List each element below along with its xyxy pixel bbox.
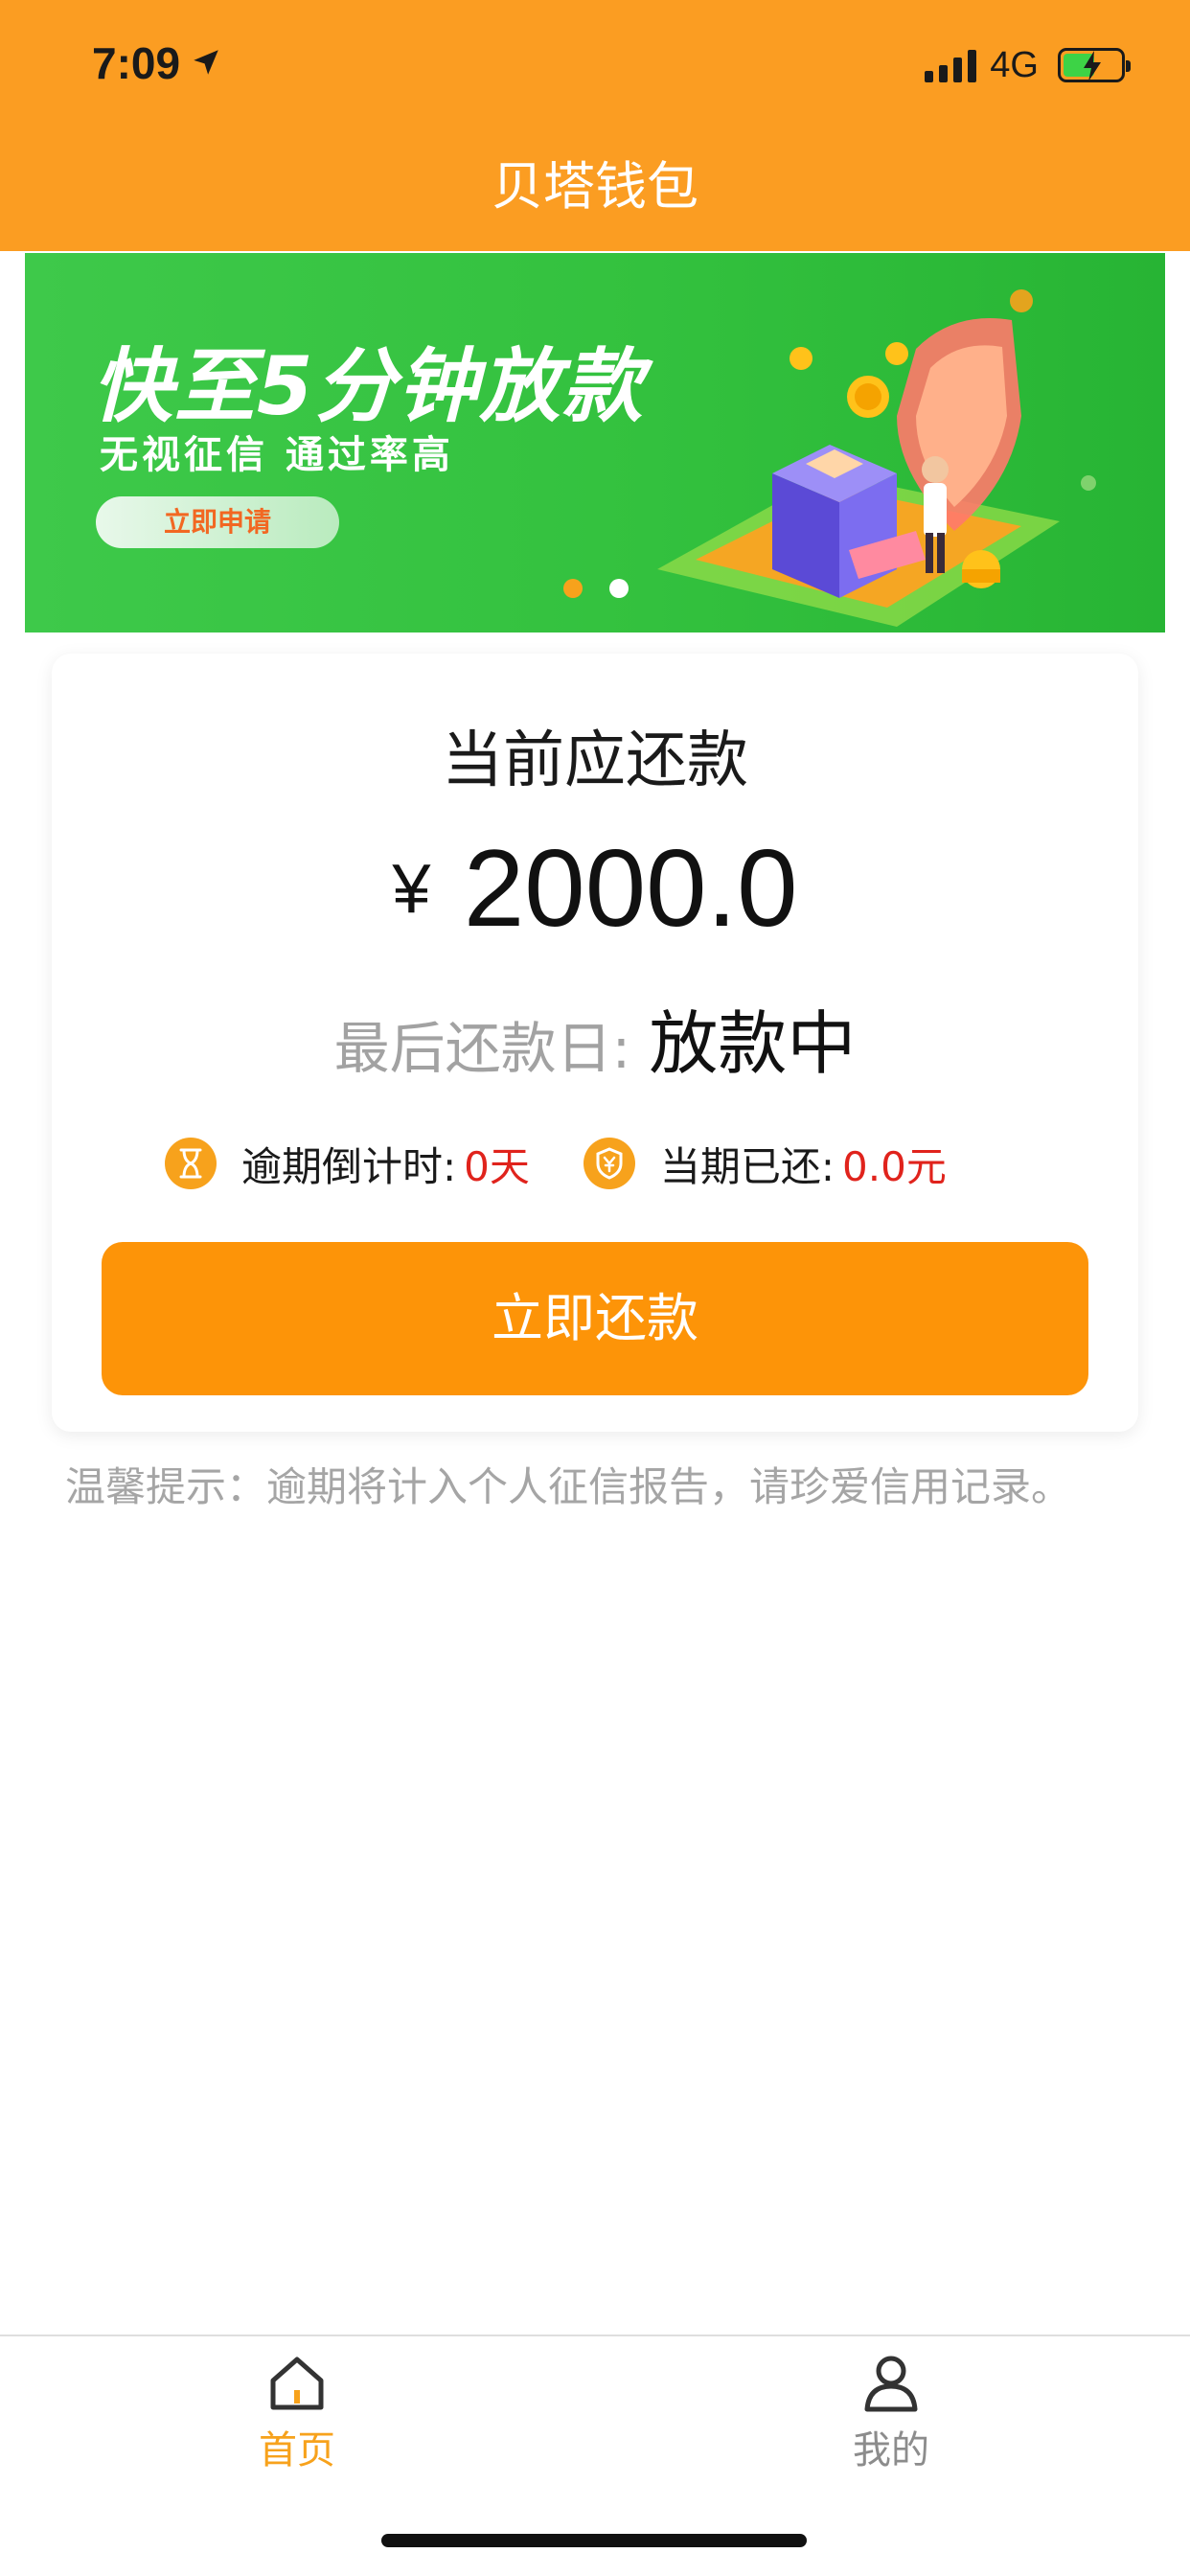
paid-this-period-value: 0.0元 xyxy=(842,1142,947,1190)
amount-row: ¥ 2000.0 xyxy=(52,826,1138,952)
battery-icon xyxy=(1058,48,1131,82)
apply-now-button[interactable]: 立即申请 xyxy=(96,496,339,548)
tab-home-label: 首页 xyxy=(259,2428,335,2472)
amount-value: 2000.0 xyxy=(463,828,798,950)
warm-tip: 温馨提示：逾期将计入个人征信报告，请珍爱信用记录。 xyxy=(65,1463,1072,1510)
status-time: 7:09 xyxy=(92,38,181,88)
tab-home[interactable]: 首页 xyxy=(201,2352,393,2474)
loan-illustration xyxy=(657,289,1096,627)
home-icon xyxy=(270,2357,324,2410)
repay-now-button[interactable]: 立即还款 xyxy=(102,1242,1088,1395)
due-date-value: 放款中 xyxy=(649,1003,857,1084)
banner-headline: 快至5分钟放款 xyxy=(92,339,645,433)
app-header: 7:09 4G 贝塔钱包 xyxy=(0,0,1190,251)
repayment-card: 当前应还款 ¥ 2000.0 最后还款日: 放款中 逾期倒计时: 0天 当期已还… xyxy=(52,654,1138,1432)
paid-this-period-label: 当期已还: xyxy=(659,1142,835,1190)
hourglass-icon xyxy=(165,1138,217,1189)
tab-mine-label: 我的 xyxy=(853,2428,929,2472)
stats-row: 逾期倒计时: 0天 当期已还: 0.0元 xyxy=(165,1135,947,1192)
currency-symbol: ¥ xyxy=(392,850,431,928)
user-icon xyxy=(864,2356,918,2412)
signal-icon xyxy=(925,48,977,82)
tab-mine[interactable]: 我的 xyxy=(795,2352,987,2474)
overdue-countdown-value: 0天 xyxy=(464,1142,530,1190)
network-type: 4G xyxy=(990,44,1039,85)
due-date-label: 最后还款日: xyxy=(333,1016,631,1081)
carousel-dot-2[interactable] xyxy=(609,579,629,598)
banner-subline: 无视征信 通过率高 xyxy=(100,432,454,477)
home-indicator[interactable] xyxy=(381,2534,807,2547)
carousel-dot-1[interactable] xyxy=(563,579,583,598)
promo-banner[interactable]: 快至5分钟放款 无视征信 通过率高 立即申请 xyxy=(25,253,1165,632)
overdue-countdown-label: 逾期倒计时: xyxy=(241,1142,457,1190)
repayment-title: 当前应还款 xyxy=(442,725,748,796)
shield-yen-icon xyxy=(583,1138,635,1189)
app-screen: 7:09 4G 贝塔钱包 快至5分钟放款 无视征信 通过率高 立即申请 当前应还… xyxy=(0,0,1190,2576)
due-date-row: 最后还款日: 放款中 xyxy=(52,987,1138,1088)
location-arrow-icon xyxy=(190,37,222,89)
status-indicators: 4G xyxy=(925,38,1131,92)
page-title: 贝塔钱包 xyxy=(492,156,698,217)
status-time-group: 7:09 xyxy=(92,34,222,92)
